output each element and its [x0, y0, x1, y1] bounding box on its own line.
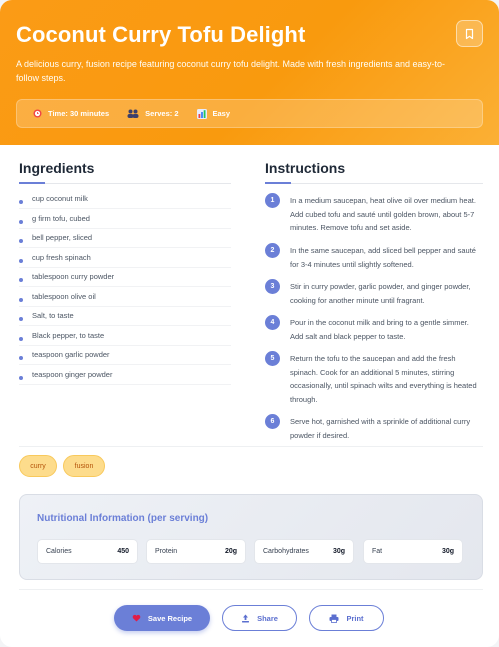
- ingredient-item: tablespoon olive oil: [19, 291, 231, 311]
- step-number: 3: [265, 279, 280, 294]
- ingredient-item: cup coconut milk: [19, 193, 231, 213]
- nutrition-label: Protein: [155, 548, 178, 555]
- ingredient-item: bell pepper, sliced: [19, 232, 231, 252]
- heart-icon: [132, 614, 141, 622]
- meta-difficulty-text: Easy: [212, 109, 231, 118]
- share-label: Share: [257, 613, 278, 623]
- bar-chart-icon: [196, 108, 207, 119]
- ingredient-item: Black pepper, to taste: [19, 330, 231, 350]
- ingredient-item: teaspoon garlic powder: [19, 349, 231, 369]
- step-number: 5: [265, 351, 280, 366]
- nutrition-label: Calories: [46, 548, 72, 555]
- recipe-description: A delicious curry, fusion recipe featuri…: [16, 59, 446, 83]
- meta-serves-text: Serves: 2: [145, 109, 179, 118]
- nutrition-value: 20g: [224, 548, 237, 555]
- step-text: Serve hot, garnished with a sprinkle of …: [290, 417, 471, 440]
- bookmark-icon: [465, 28, 474, 39]
- meta-difficulty: Easy: [196, 108, 231, 119]
- save-recipe-button[interactable]: Save Recipe: [114, 605, 210, 631]
- print-button[interactable]: Print: [309, 605, 384, 631]
- nutrition-item-protein: Protein 20g: [146, 539, 246, 564]
- step-number: 2: [265, 243, 280, 258]
- step-text: In a medium saucepan, heat olive oil ove…: [290, 196, 476, 232]
- people-icon: [127, 109, 139, 118]
- clock-icon: [33, 109, 42, 118]
- meta-time: Time: 30 minutes: [33, 109, 109, 118]
- ingredient-item: Salt, to taste: [19, 310, 231, 330]
- nutrition-label: Fat: [372, 548, 383, 555]
- nutrition-value: 30g: [441, 548, 454, 555]
- recipe-title: Coconut Curry Tofu Delight: [16, 22, 306, 47]
- step-number: 1: [265, 193, 280, 208]
- printer-icon: [329, 614, 339, 623]
- step-text: Return the tofu to the saucepan and add …: [290, 354, 477, 404]
- instructions-divider: [265, 183, 483, 184]
- step-text: In the same saucepan, add sliced bell pe…: [290, 246, 476, 269]
- nutrition-panel: Nutritional Information (per serving) Ca…: [19, 494, 483, 580]
- ingredient-item: teaspoon ginger powder: [19, 369, 231, 389]
- nutrition-value: 450: [117, 548, 129, 555]
- nutrition-title: Nutritional Information (per serving): [37, 513, 209, 524]
- tag-curry[interactable]: curry: [19, 455, 57, 477]
- print-label: Print: [346, 613, 364, 623]
- step-text: Stir in curry powder, garlic powder, and…: [290, 282, 471, 305]
- ingredient-item: cup fresh spinach: [19, 252, 231, 272]
- nutrition-label: Carbohydrates: [263, 548, 309, 555]
- share-button[interactable]: Share: [222, 605, 297, 631]
- ingredients-divider: [19, 183, 231, 184]
- footer-divider: [19, 589, 483, 590]
- recipe-meta-bar: Time: 30 minutes Serves: 2 Easy: [16, 99, 483, 128]
- step-text: Pour in the coconut milk and bring to a …: [290, 318, 469, 341]
- ingredients-heading: Ingredients: [19, 160, 95, 176]
- tag-fusion[interactable]: fusion: [63, 455, 105, 477]
- recipe-card: Coconut Curry Tofu Delight A delicious c…: [0, 0, 499, 647]
- step-number: 6: [265, 414, 280, 429]
- instructions-accent: [265, 182, 291, 184]
- nutrition-value: 30g: [332, 548, 345, 555]
- meta-serves: Serves: 2: [127, 109, 179, 118]
- nutrition-item-fat: Fat 30g: [363, 539, 463, 564]
- instructions-heading: Instructions: [265, 160, 346, 176]
- ingredient-item: tablespoon curry powder: [19, 271, 231, 291]
- ingredients-list: cup coconut milk g firm tofu, cubed bell…: [19, 193, 231, 388]
- section-divider: [19, 446, 483, 447]
- nutrition-item-calories: Calories 450: [37, 539, 138, 564]
- meta-time-text: Time: 30 minutes: [48, 109, 110, 118]
- share-icon: [242, 614, 250, 622]
- ingredient-item: g firm tofu, cubed: [19, 213, 231, 233]
- save-recipe-label: Save Recipe: [147, 613, 193, 623]
- bookmark-button[interactable]: [456, 20, 483, 47]
- ingredients-accent: [19, 182, 45, 184]
- step-number: 4: [265, 315, 280, 330]
- nutrition-item-carbohydrates: Carbohydrates 30g: [254, 539, 354, 564]
- recipe-header: Coconut Curry Tofu Delight A delicious c…: [0, 0, 499, 145]
